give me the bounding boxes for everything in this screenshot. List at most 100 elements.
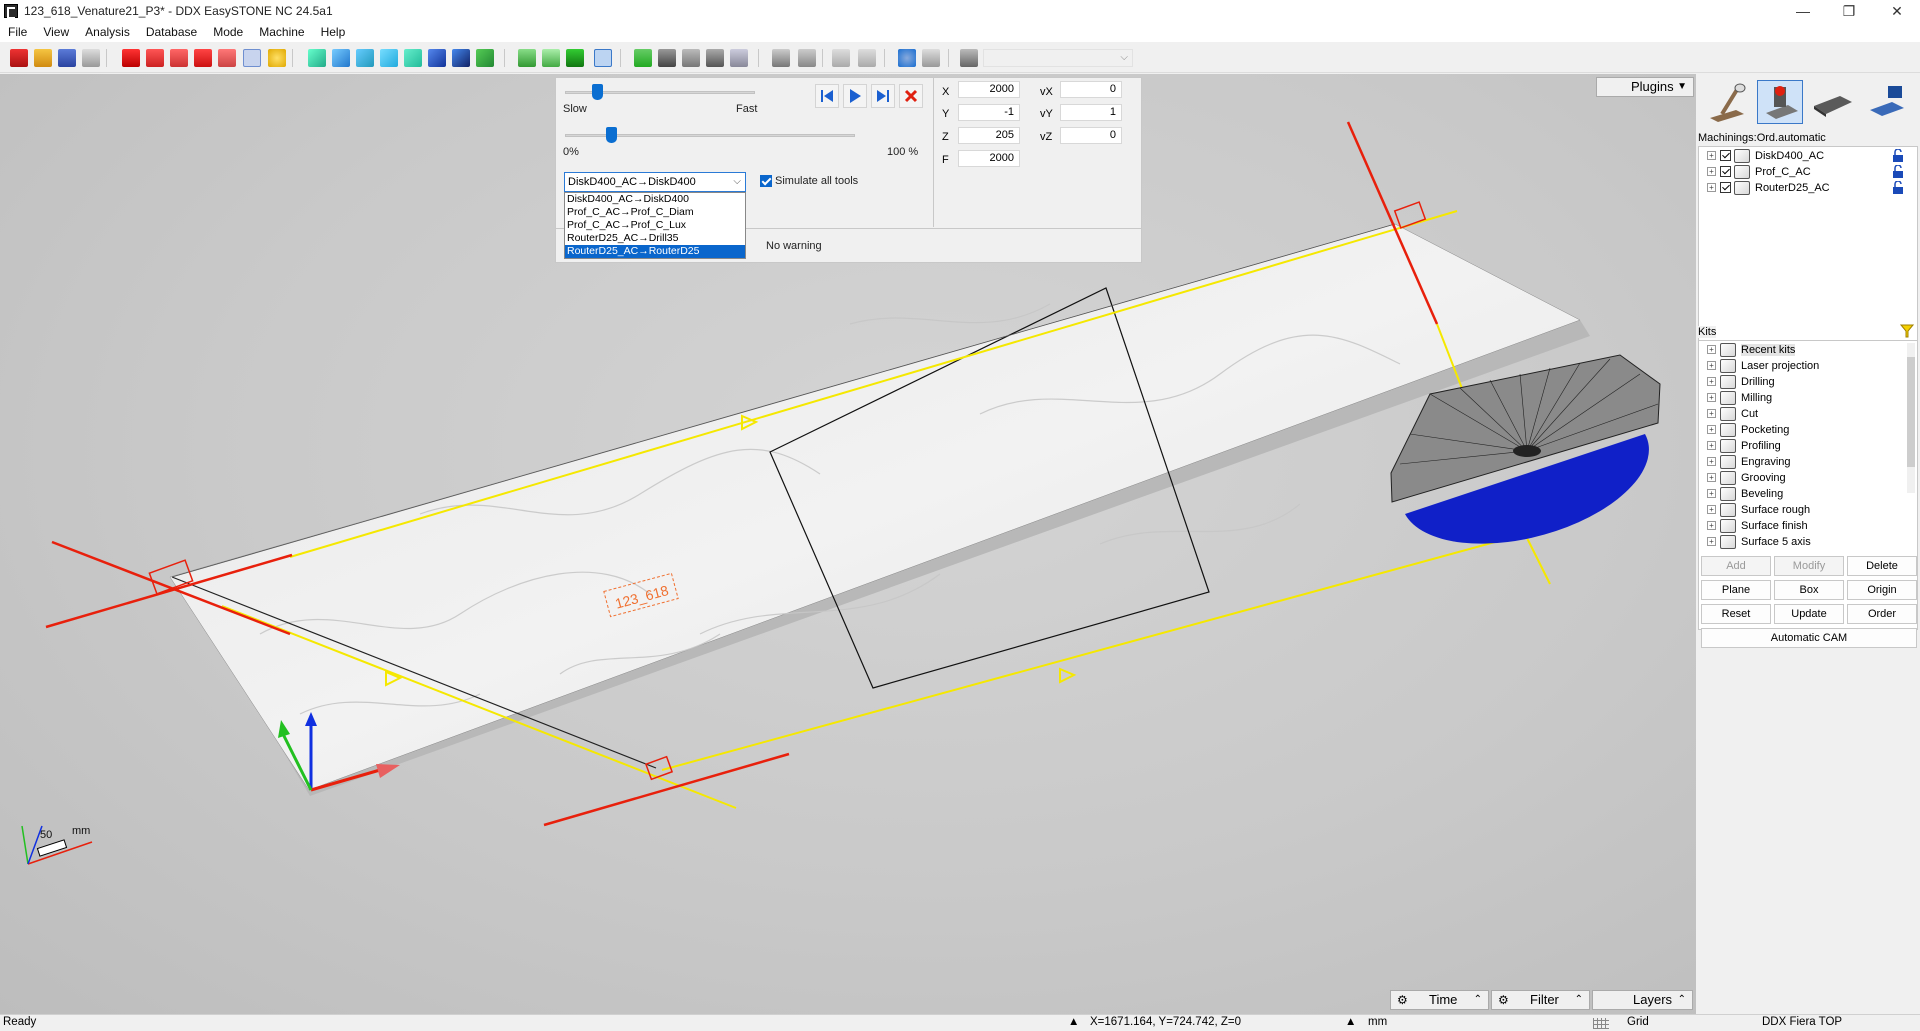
camera-icon[interactable]	[658, 49, 676, 67]
machining-item-diskd400[interactable]: + DiskD400_AC	[1707, 148, 1912, 163]
expand-icon[interactable]: +	[1707, 521, 1716, 530]
new-file-icon[interactable]	[10, 49, 28, 67]
machining-checkbox[interactable]	[1720, 182, 1731, 193]
tool-selector[interactable]: DiskD400_AC→DiskD400 ⌵	[564, 172, 746, 192]
zoom-icon[interactable]	[122, 49, 140, 67]
automatic-cam-button[interactable]: Automatic CAM	[1701, 628, 1917, 648]
zoom-window-icon[interactable]	[146, 49, 164, 67]
order-button[interactable]: Order	[1847, 604, 1917, 624]
kit-item[interactable]: + Surface 5 axis	[1707, 534, 1811, 549]
menu-database[interactable]: Database	[138, 25, 205, 39]
filter-icon[interactable]	[1900, 324, 1914, 338]
kit-item[interactable]: + Laser projection	[1707, 358, 1819, 373]
expand-icon[interactable]: +	[1707, 393, 1716, 402]
view-3d-icon[interactable]	[452, 49, 470, 67]
expand-icon[interactable]: +	[1707, 441, 1716, 450]
simulation-mode-button[interactable]	[1757, 80, 1803, 124]
tool-option[interactable]: DiskD400_AC→DiskD400	[565, 193, 745, 206]
shield-filled-icon[interactable]	[566, 49, 584, 67]
menu-file[interactable]: File	[0, 25, 35, 39]
machining-item-prof-c[interactable]: + Prof_C_AC	[1707, 164, 1912, 179]
play-button[interactable]	[843, 84, 867, 108]
document-icon[interactable]	[730, 49, 748, 67]
expand-icon[interactable]: +	[1707, 345, 1716, 354]
menu-mode[interactable]: Mode	[205, 25, 251, 39]
view-rotate-icon[interactable]	[476, 49, 494, 67]
view-right-icon[interactable]	[380, 49, 398, 67]
reset-button[interactable]: Reset	[1701, 604, 1771, 624]
progress-slider-handle[interactable]	[605, 127, 617, 143]
kit-item[interactable]: + Profiling	[1707, 438, 1781, 453]
origin-button[interactable]: Origin	[1847, 580, 1917, 600]
kit-item[interactable]: + Drilling	[1707, 374, 1775, 389]
menu-help[interactable]: Help	[313, 25, 354, 39]
shield-icon[interactable]	[518, 49, 536, 67]
window-icon[interactable]	[634, 49, 652, 67]
scrollbar-thumb[interactable]	[1907, 357, 1915, 467]
update-button[interactable]: Update	[1774, 604, 1844, 624]
filter-dropdown[interactable]: ⚙ Filter ⌃	[1491, 990, 1590, 1010]
print-icon[interactable]	[82, 49, 100, 67]
light-bulb-icon[interactable]	[268, 49, 286, 67]
go-to-end-button[interactable]	[871, 84, 895, 108]
expand-icon[interactable]: +	[1707, 505, 1716, 514]
sketch-icon[interactable]	[682, 49, 700, 67]
user-icon[interactable]	[898, 49, 916, 67]
help-pointer-icon[interactable]	[960, 49, 978, 67]
toolbar-combo[interactable]: ⌵	[983, 49, 1133, 67]
box-button[interactable]: Box	[1774, 580, 1844, 600]
expand-icon[interactable]: +	[1707, 457, 1716, 466]
machining-item-routerd25[interactable]: + RouterD25_AC	[1707, 180, 1912, 195]
tool-option[interactable]: Prof_C_AC→Prof_C_Lux	[565, 219, 745, 232]
view-iso-icon[interactable]	[428, 49, 446, 67]
menu-machine[interactable]: Machine	[251, 25, 312, 39]
plugins-dropdown[interactable]: Plugins ▼	[1596, 77, 1694, 97]
redo-icon[interactable]	[832, 49, 850, 67]
expand-icon[interactable]: +	[1707, 489, 1716, 498]
expand-icon[interactable]: +	[1707, 183, 1716, 192]
view-front-icon[interactable]	[308, 49, 326, 67]
undo-dropdown-icon[interactable]	[798, 49, 816, 67]
menu-view[interactable]: View	[35, 25, 77, 39]
kit-item[interactable]: + Grooving	[1707, 470, 1786, 485]
save-icon[interactable]	[58, 49, 76, 67]
kit-item[interactable]: + Recent kits	[1707, 342, 1796, 357]
redo-dropdown-icon[interactable]	[858, 49, 876, 67]
expand-icon[interactable]: +	[1707, 425, 1716, 434]
speed-slider-handle[interactable]	[591, 84, 603, 100]
expand-icon[interactable]: +	[1707, 377, 1716, 386]
kit-item[interactable]: + Beveling	[1707, 486, 1783, 501]
close-window-button[interactable]: ✕	[1874, 0, 1920, 22]
grid-icon[interactable]	[1593, 1018, 1609, 1029]
tool-option[interactable]: RouterD25_AC→Drill35	[565, 232, 745, 245]
add-button[interactable]: Add	[1701, 556, 1771, 576]
expand-icon[interactable]: +	[1707, 361, 1716, 370]
go-to-start-button[interactable]	[815, 84, 839, 108]
view-top-icon[interactable]	[332, 49, 350, 67]
view-back-icon[interactable]	[404, 49, 422, 67]
kit-item[interactable]: + Milling	[1707, 390, 1772, 405]
kit-item[interactable]: + Surface rough	[1707, 502, 1810, 517]
pan-icon[interactable]	[218, 49, 236, 67]
kit-item[interactable]: + Engraving	[1707, 454, 1791, 469]
expand-icon[interactable]: +	[1707, 473, 1716, 482]
export-button[interactable]	[1864, 80, 1910, 124]
simulate-all-tools-checkbox[interactable]	[760, 175, 772, 187]
plane-button[interactable]: Plane	[1701, 580, 1771, 600]
kit-item[interactable]: + Surface finish	[1707, 518, 1808, 533]
layers-dropdown[interactable]: Layers ⌃	[1592, 990, 1693, 1010]
kit-item[interactable]: + Pocketing	[1707, 422, 1789, 437]
zoom-out-icon[interactable]	[170, 49, 188, 67]
menu-analysis[interactable]: Analysis	[77, 25, 138, 39]
slab-view-button[interactable]	[1810, 80, 1856, 124]
tool-option[interactable]: Prof_C_AC→Prof_C_Diam	[565, 206, 745, 219]
kits-scrollbar[interactable]	[1907, 343, 1915, 493]
machining-tool-button[interactable]	[1704, 80, 1750, 124]
modify-button[interactable]: Modify	[1774, 556, 1844, 576]
expand-icon[interactable]: +	[1707, 409, 1716, 418]
tool-option[interactable]: RouterD25_AC→RouterD25	[565, 245, 745, 258]
open-file-icon[interactable]	[34, 49, 52, 67]
delete-button[interactable]: Delete	[1847, 556, 1917, 576]
time-dropdown[interactable]: ⚙ Time ⌃	[1390, 990, 1489, 1010]
tool-icon[interactable]	[706, 49, 724, 67]
